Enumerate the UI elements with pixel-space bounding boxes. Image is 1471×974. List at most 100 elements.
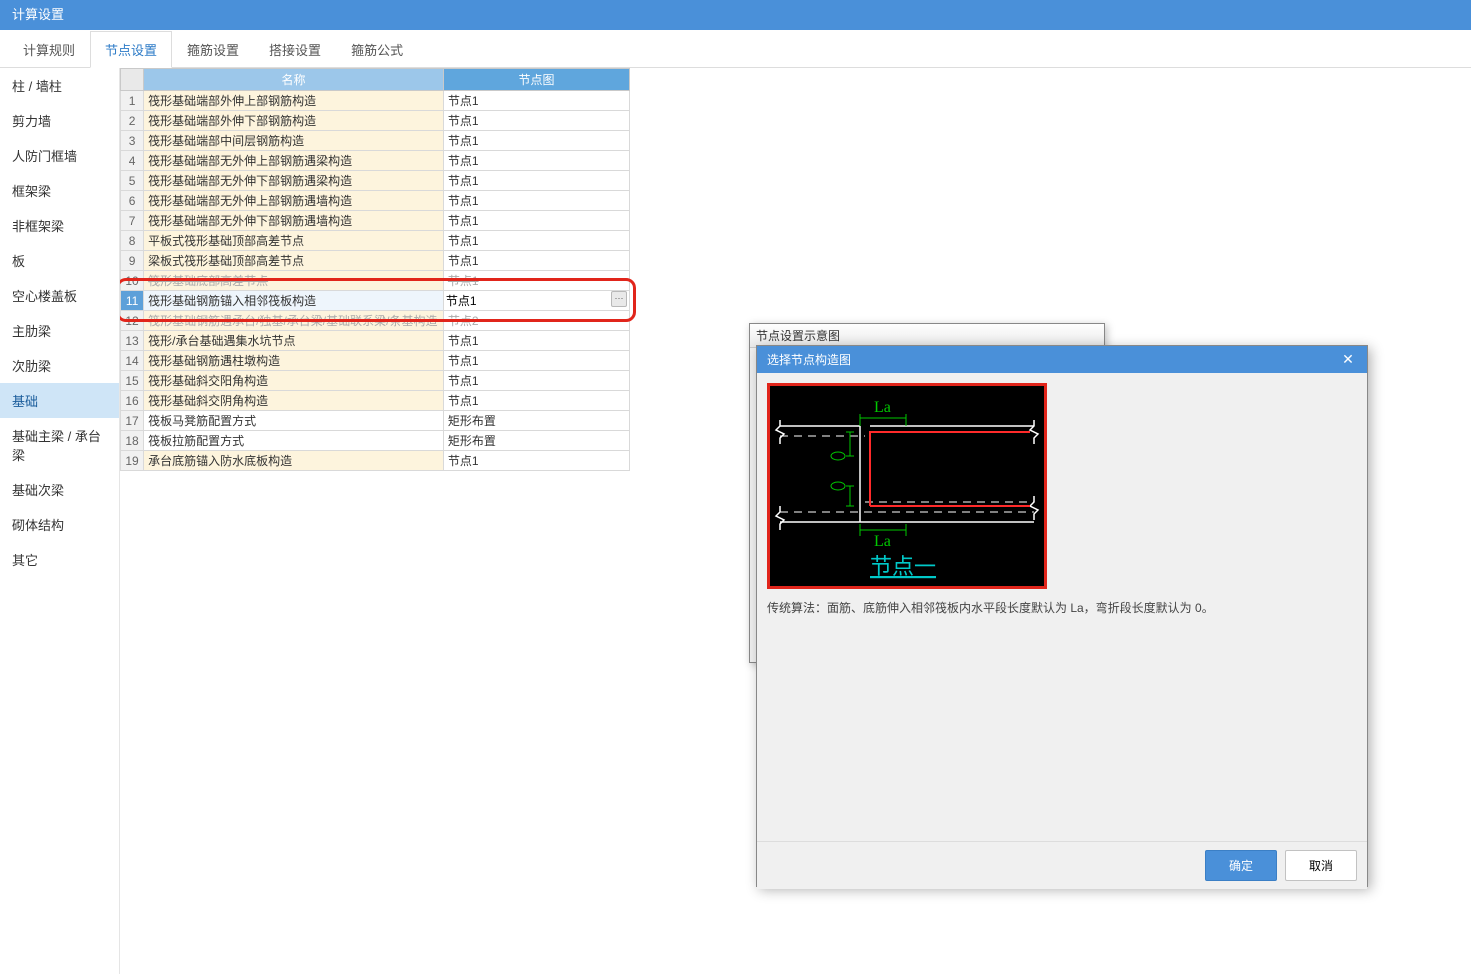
row-name: 筏形/承台基础遇集水坑节点 <box>144 331 444 351</box>
sidebar-item-1[interactable]: 剪力墙 <box>0 103 119 138</box>
row-node[interactable]: 节点1 <box>443 391 629 411</box>
row-index: 2 <box>121 111 144 131</box>
sidebar-item-12[interactable]: 砌体结构 <box>0 507 119 542</box>
sidebar-item-0[interactable]: 柱 / 墙柱 <box>0 68 119 103</box>
sidebar-item-11[interactable]: 基础次梁 <box>0 472 119 507</box>
row-node[interactable]: 节点1 <box>443 111 629 131</box>
row-index: 3 <box>121 131 144 151</box>
sidebar-item-8[interactable]: 次肋梁 <box>0 348 119 383</box>
node-browse-button[interactable]: ··· <box>611 291 627 307</box>
sidebar-item-9[interactable]: 基础 <box>0 383 119 418</box>
row-node[interactable]: 节点1 <box>443 351 629 371</box>
row-index: 17 <box>121 411 144 431</box>
row-index: 16 <box>121 391 144 411</box>
table-row[interactable]: 14筏形基础钢筋遇柱墩构造节点1 <box>121 351 630 371</box>
row-node[interactable]: 节点1 <box>443 231 629 251</box>
tab-3[interactable]: 搭接设置 <box>254 31 336 68</box>
table-row[interactable]: 10筏形基础底部高差节点节点1 <box>121 271 630 291</box>
tab-2[interactable]: 箍筋设置 <box>172 31 254 68</box>
sidebar-item-10[interactable]: 基础主梁 / 承台梁 <box>0 418 119 472</box>
tab-0[interactable]: 计算规则 <box>8 31 90 68</box>
cancel-button[interactable]: 取消 <box>1285 850 1357 881</box>
settings-grid: 名称节点图1筏形基础端部外伸上部钢筋构造节点12筏形基础端部外伸下部钢筋构造节点… <box>120 68 630 471</box>
row-index: 19 <box>121 451 144 471</box>
table-row[interactable]: 3筏形基础端部中间层钢筋构造节点1 <box>121 131 630 151</box>
col-header-node: 节点图 <box>443 69 629 91</box>
row-node[interactable]: 节点1 <box>443 211 629 231</box>
table-row[interactable]: 15筏形基础斜交阳角构造节点1 <box>121 371 630 391</box>
table-row[interactable]: 11筏形基础钢筋锚入相邻筏板构造 ··· <box>121 291 630 311</box>
table-row[interactable]: 4筏形基础端部无外伸上部钢筋遇梁构造节点1 <box>121 151 630 171</box>
row-index: 1 <box>121 91 144 111</box>
row-index: 6 <box>121 191 144 211</box>
node-value-input[interactable] <box>446 294 609 308</box>
col-header-name: 名称 <box>144 69 444 91</box>
row-name: 筏形基础端部无外伸下部钢筋遇墙构造 <box>144 211 444 231</box>
table-row[interactable]: 13筏形/承台基础遇集水坑节点节点1 <box>121 331 630 351</box>
category-sidebar: 柱 / 墙柱剪力墙人防门框墙框架梁非框架梁板空心楼盖板主肋梁次肋梁基础基础主梁 … <box>0 68 120 974</box>
table-row[interactable]: 12筏形基础钢筋遇承台/独基/承台梁/基础联系梁/条基构造节点2 <box>121 311 630 331</box>
table-row[interactable]: 5筏形基础端部无外伸下部钢筋遇梁构造节点1 <box>121 171 630 191</box>
row-name: 筏形基础端部无外伸下部钢筋遇梁构造 <box>144 171 444 191</box>
table-row[interactable]: 8平板式筏形基础顶部高差节点节点1 <box>121 231 630 251</box>
table-row[interactable]: 17筏板马凳筋配置方式矩形布置 <box>121 411 630 431</box>
dialog-close-button[interactable]: ✕ <box>1339 351 1357 368</box>
row-name: 筏形基础钢筋锚入相邻筏板构造 <box>144 291 444 311</box>
row-name: 筏形基础底部高差节点 <box>144 271 444 291</box>
row-name: 筏形基础钢筋遇承台/独基/承台梁/基础联系梁/条基构造 <box>144 311 444 331</box>
window-title: 计算设置 <box>0 0 1471 30</box>
row-name: 筏形基础端部中间层钢筋构造 <box>144 131 444 151</box>
row-name: 筏形基础斜交阳角构造 <box>144 371 444 391</box>
row-index: 18 <box>121 431 144 451</box>
row-name: 筏形基础钢筋遇柱墩构造 <box>144 351 444 371</box>
row-name: 筏形基础端部外伸上部钢筋构造 <box>144 91 444 111</box>
sidebar-item-6[interactable]: 空心楼盖板 <box>0 278 119 313</box>
dim-la-top: La <box>874 399 891 416</box>
sidebar-item-3[interactable]: 框架梁 <box>0 173 119 208</box>
table-row[interactable]: 9梁板式筏形基础顶部高差节点节点1 <box>121 251 630 271</box>
row-index: 7 <box>121 211 144 231</box>
row-node[interactable]: 节点1 <box>443 91 629 111</box>
row-index: 13 <box>121 331 144 351</box>
tab-1[interactable]: 节点设置 <box>90 31 172 68</box>
table-row[interactable]: 19承台底筋锚入防水底板构造节点1 <box>121 451 630 471</box>
row-name: 筏形基础端部无外伸上部钢筋遇墙构造 <box>144 191 444 211</box>
table-row[interactable]: 7筏形基础端部无外伸下部钢筋遇墙构造节点1 <box>121 211 630 231</box>
row-name: 梁板式筏形基础顶部高差节点 <box>144 251 444 271</box>
sidebar-item-4[interactable]: 非框架梁 <box>0 208 119 243</box>
sidebar-item-13[interactable]: 其它 <box>0 542 119 577</box>
table-row[interactable]: 18筏板拉筋配置方式矩形布置 <box>121 431 630 451</box>
node-diagram-option[interactable]: La <box>767 383 1047 589</box>
row-node[interactable]: 节点1 <box>443 251 629 271</box>
row-node[interactable]: 矩形布置 <box>443 431 629 451</box>
row-node[interactable]: 节点1 <box>443 451 629 471</box>
dim-la-bottom: La <box>874 533 891 550</box>
row-index: 4 <box>121 151 144 171</box>
row-node[interactable]: 矩形布置 <box>443 411 629 431</box>
ok-button[interactable]: 确定 <box>1205 850 1277 881</box>
row-node[interactable]: 节点1 <box>443 191 629 211</box>
table-row[interactable]: 16筏形基础斜交阴角构造节点1 <box>121 391 630 411</box>
row-index: 9 <box>121 251 144 271</box>
diagram-caption: 传统算法：面筋、底筋伸入相邻筏板内水平段长度默认为 La，弯折段长度默认为 0。 <box>767 589 1357 620</box>
table-row[interactable]: 2筏形基础端部外伸下部钢筋构造节点1 <box>121 111 630 131</box>
row-node[interactable]: 节点2 <box>443 311 629 331</box>
row-node[interactable]: 节点1 <box>443 151 629 171</box>
row-name: 承台底筋锚入防水底板构造 <box>144 451 444 471</box>
row-node[interactable]: 节点1 <box>443 171 629 191</box>
row-node[interactable]: 节点1 <box>443 131 629 151</box>
sidebar-item-7[interactable]: 主肋梁 <box>0 313 119 348</box>
row-node[interactable]: ··· <box>443 291 629 311</box>
main-tabs: 计算规则节点设置箍筋设置搭接设置箍筋公式 <box>0 30 1471 68</box>
table-row[interactable]: 1筏形基础端部外伸上部钢筋构造节点1 <box>121 91 630 111</box>
row-node[interactable]: 节点1 <box>443 371 629 391</box>
tab-4[interactable]: 箍筋公式 <box>336 31 418 68</box>
row-index: 5 <box>121 171 144 191</box>
row-node[interactable]: 节点1 <box>443 271 629 291</box>
sidebar-item-5[interactable]: 板 <box>0 243 119 278</box>
table-row[interactable]: 6筏形基础端部无外伸上部钢筋遇墙构造节点1 <box>121 191 630 211</box>
sidebar-item-2[interactable]: 人防门框墙 <box>0 138 119 173</box>
row-index: 10 <box>121 271 144 291</box>
row-node[interactable]: 节点1 <box>443 331 629 351</box>
row-index: 11 <box>121 291 144 311</box>
